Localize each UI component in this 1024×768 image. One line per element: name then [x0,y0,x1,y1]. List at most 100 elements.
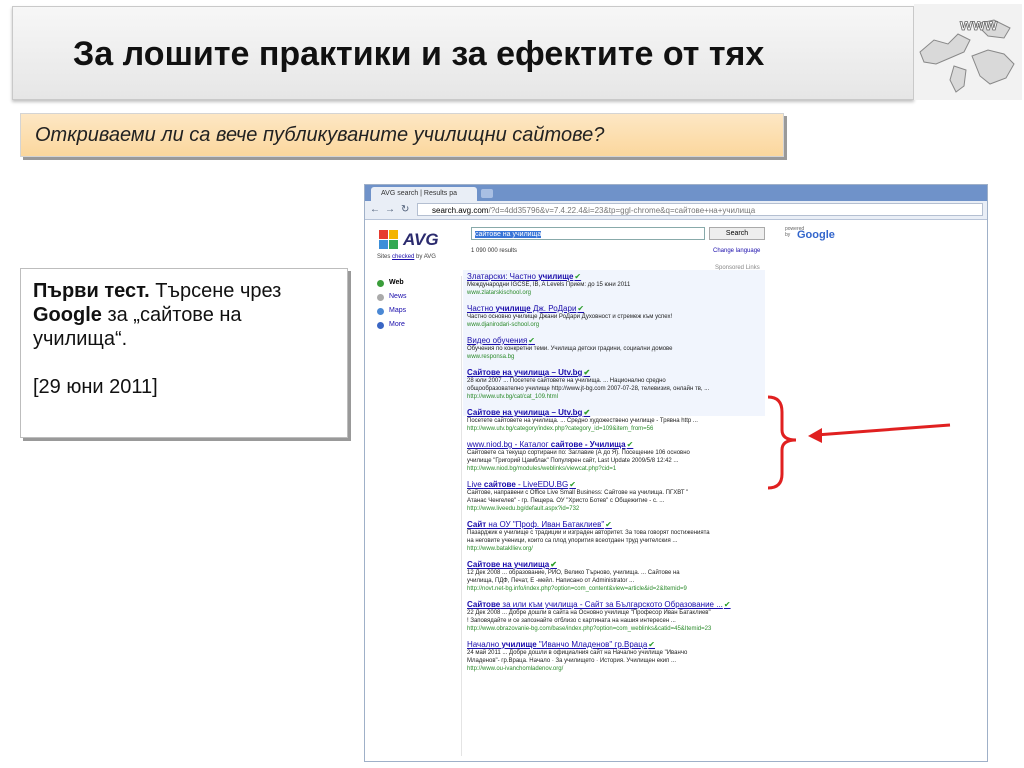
result-snippet: Частно основно училище Джани РоДари Духо… [467,314,673,320]
avg-logo[interactable]: AVG [377,228,449,252]
search-result: Сайт на ОУ "Проф. Иван Батаклиев"✔ Пазард… [467,520,867,553]
result-title-part: на ОУ "Проф. Иван Батаклиев" [486,520,605,529]
avg-emblem-icon [379,230,398,249]
search-result: Златарски: Частно училище✔ Международни I… [467,272,867,297]
world-map-icon: www [914,4,1022,100]
result-title-part: Частно [467,304,496,313]
note-text: Първи тест. Търсене чрез Google за „сайт… [33,279,333,399]
result-snippet: Сайтовете са текущо сортирани по: Заглав… [467,450,690,456]
avg-safe-check-icon: ✔ [583,368,591,377]
nav-item-maps[interactable]: Maps [375,304,455,318]
search-result: Видео обучения✔ Обучения по конкретни тем… [467,336,867,361]
result-url: http://www.obrazovanie-bg.com/base/index… [467,626,712,632]
page-content: AVG Sites checked by AVG сайтове на учил… [365,220,987,761]
result-title-part: училище [495,304,531,313]
reload-icon[interactable]: ↻ [401,203,409,217]
back-arrow-icon[interactable]: ← [370,203,380,217]
result-url: www.djanirodari-school.org [467,322,540,328]
search-result: Live сайтове - LiveEDU.BG✔ Сайтове, напра… [467,480,867,513]
result-title-link[interactable]: Частно училище Дж. РоДари✔ [467,304,867,313]
search-input[interactable]: сайтове на училища [471,227,705,240]
sites-pre: Sites [377,254,393,260]
result-title-part: Начално [467,640,502,649]
result-snippet: 28 юли 2007 ... Посетете сайтовете на уч… [467,378,666,384]
web-icon [377,280,384,287]
avg-sites-checked: Sites checked by AVG [377,254,436,260]
result-url: www.responsa.bg [467,354,515,360]
checked-link[interactable]: checked [392,254,414,260]
nav-item-web[interactable]: Web [375,276,455,290]
result-title-part: Сайтове [467,600,501,609]
title-bar: За лошите практики и за ефектите от тях [12,6,914,100]
result-title-part: Сайтове на училища [467,408,550,417]
result-title-link[interactable]: Live сайтове - LiveEDU.BG✔ [467,480,867,489]
result-title-part: сайтове [483,480,516,489]
forward-arrow-icon[interactable]: → [385,203,395,217]
result-url: http://www.ou-ivanchomladenov.org/ [467,666,564,672]
avg-logo-text: AVG [403,230,439,249]
search-query: сайтове на училища [475,231,542,238]
change-language-link[interactable]: Change language [713,248,760,254]
result-snippet: Посетете сайтовете на училища. ... Средн… [467,418,698,424]
result-snippet: училище "Григорий Цамблак" Популярен сай… [467,458,679,464]
note-bold-first-test: Първи тест. [33,280,150,302]
result-title-link[interactable]: Сайтове на училища – Utv.bg✔ [467,408,867,417]
result-title-link[interactable]: Златарски: Частно училище✔ [467,272,867,281]
result-title-part: училище [501,640,537,649]
result-snippet: Международни IGCSE, IB, A Levels Прием: … [467,282,631,288]
search-button[interactable]: Search [709,227,765,240]
browser-toolbar: ← → ↻ search.avg.com/?d=4dd35796&v=7.4.2… [365,201,987,220]
result-snippet: 22 Дек 2008 ... Добре дошли в сайта на О… [467,610,711,616]
nav-item-label: Web [389,279,404,286]
result-title-link[interactable]: Начално училище "Иванчо Младенов" гр.Вра… [467,640,867,649]
nav-item-news[interactable]: News [375,290,455,304]
result-url: www.zlatarskischool.org [467,290,532,296]
new-tab-button[interactable] [481,189,493,198]
note-text-1: Търсене чрез [149,280,282,302]
browser-tab[interactable]: AVG search | Results pa [371,187,477,201]
avg-safe-check-icon: ✔ [583,408,591,417]
results-list: Златарски: Частно училище✔ Международни I… [467,272,867,680]
address-bar[interactable]: search.avg.com/?d=4dd35796&v=7.4.22.4&i=… [417,203,983,216]
result-title-link[interactable]: Сайтове на училища✔ [467,560,867,569]
slide-subtitle: Откриваеми ли са вече публикуваните учил… [35,124,605,146]
search-result: Сайтове на училища✔ 12 Дек 2008 ... образ… [467,560,867,593]
search-result: www.niod.bg - Каталог сайтове - Училища✔… [467,440,867,473]
logo-text: www [959,17,998,34]
result-title-link[interactable]: Видео обучения✔ [467,336,867,345]
result-count: 1 090 000 results [471,248,518,254]
avg-safe-check-icon: ✔ [577,304,585,313]
result-snippet: 24 май 2011 ... Добре дошли в официалния… [467,650,688,656]
nav-divider [461,276,462,756]
sites-post: by AVG [414,254,436,260]
result-title-part: училище [538,272,574,281]
result-snippet: училища, ПДФ, Печат, Е -мейл. Написано о… [467,578,635,584]
avg-safe-check-icon: ✔ [569,480,576,489]
result-url: http://www.utv.bg/category/index.php?cat… [467,426,654,432]
result-title-part: Сайтове на училища [467,368,550,377]
result-title-part: Live [467,480,484,489]
maps-icon [377,308,384,315]
result-snippet: Атанас Ченгелев" - гр. Пещера. ОУ "Христ… [467,498,665,504]
search-result: Частно училище Дж. РоДари✔ Частно основно… [467,304,867,329]
result-url: http://www.utv.bg/cat/cat_109.html [467,394,558,400]
result-title-link[interactable]: Сайтове за или към училища - Сайт за Бъл… [467,600,867,609]
nav-item-more[interactable]: More [375,318,455,332]
result-title-link[interactable]: Сайтове на училища – Utv.bg✔ [467,368,867,377]
browser-window: AVG search | Results pa ← → ↻ search.avg… [364,184,988,762]
result-snippet: Обучения по конкретни теми. Училища детс… [467,346,673,352]
avg-safe-check-icon: ✔ [648,640,655,649]
result-title-link[interactable]: Сайт на ОУ "Проф. Иван Батаклиев"✔ [467,520,867,529]
result-title-link[interactable]: www.niod.bg - Каталог сайтове - Училища✔ [467,440,867,449]
result-url: http://novt.net-bg.info/index.php?option… [467,586,687,592]
subtitle-box: Откриваеми ли са вече публикуваните учил… [20,113,784,157]
slide-title: За лошите практики и за ефектите от тях [73,35,765,73]
result-snippet: на неговите ученици, които са плод упори… [467,538,678,544]
more-icon [377,322,384,329]
search-nav: Web News Maps More [375,276,455,332]
result-title-part: сайтове - Училища [550,440,626,449]
result-title-part: www.niod.bg - Каталог [467,440,551,449]
result-title-part: – Utv.bg [549,408,583,417]
result-url: http://www.liveedu.bg/default.aspx?id=73… [467,506,580,512]
result-title-part: - LiveEDU.BG [515,480,569,489]
